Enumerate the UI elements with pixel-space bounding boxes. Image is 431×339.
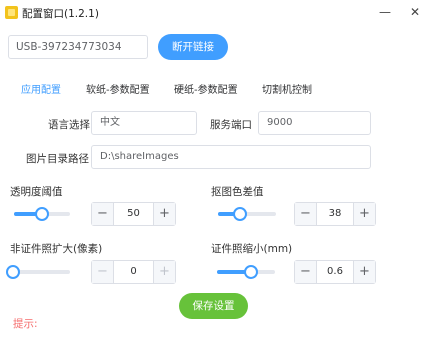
- tab-soft-paper-params[interactable]: 软纸-参数配置: [86, 81, 150, 96]
- cert-shrink-value[interactable]: 0.6: [317, 261, 353, 283]
- transparency-slider-thumb[interactable]: [35, 207, 49, 221]
- non-cert-enlarge-slider[interactable]: [12, 270, 70, 274]
- port-label: 服务端口: [210, 119, 252, 131]
- image-dir-label: 图片目录路径: [26, 153, 89, 165]
- app-icon: [5, 6, 18, 19]
- language-select[interactable]: 中文: [91, 111, 197, 135]
- tab-cutter-control[interactable]: 切割机控制: [262, 81, 312, 96]
- hint-label: 提示:: [13, 318, 38, 330]
- transparency-increment-button[interactable]: +: [153, 203, 175, 225]
- color-diff-decrement-button[interactable]: −: [295, 203, 317, 225]
- image-dir-input[interactable]: D:\shareImages: [91, 145, 371, 169]
- non-cert-enlarge-slider-thumb[interactable]: [6, 265, 20, 279]
- color-diff-increment-button[interactable]: +: [353, 203, 375, 225]
- transparency-value[interactable]: 50: [114, 203, 153, 225]
- color-diff-slider[interactable]: [218, 212, 276, 216]
- color-diff-slider-thumb[interactable]: [233, 207, 247, 221]
- port-input[interactable]: 9000: [258, 111, 371, 135]
- color-diff-value[interactable]: 38: [317, 203, 353, 225]
- transparency-decrement-button[interactable]: −: [92, 203, 114, 225]
- color-diff-label: 抠图色差值: [211, 186, 264, 198]
- non-cert-enlarge-increment-button[interactable]: +: [153, 261, 175, 283]
- tab-app-config[interactable]: 应用配置: [21, 81, 61, 96]
- cert-shrink-stepper[interactable]: − 0.6 +: [294, 260, 376, 284]
- tab-hard-paper-params[interactable]: 硬纸-参数配置: [174, 81, 238, 96]
- transparency-label: 透明度阈值: [10, 186, 63, 198]
- non-cert-enlarge-value[interactable]: 0: [114, 261, 153, 283]
- device-id-field[interactable]: USB-397234773034: [8, 35, 148, 59]
- minimize-icon[interactable]: —: [372, 3, 398, 21]
- cert-shrink-slider-thumb[interactable]: [244, 265, 258, 279]
- cert-shrink-decrement-button[interactable]: −: [295, 261, 317, 283]
- language-label: 语言选择: [48, 119, 90, 131]
- cert-shrink-increment-button[interactable]: +: [353, 261, 375, 283]
- close-icon[interactable]: ✕: [402, 3, 428, 21]
- cert-shrink-label: 证件照缩小(mm): [211, 243, 293, 255]
- save-settings-button[interactable]: 保存设置: [179, 293, 248, 319]
- disconnect-button[interactable]: 断开链接: [158, 34, 228, 60]
- non-cert-enlarge-decrement-button[interactable]: −: [92, 261, 114, 283]
- non-cert-enlarge-label: 非证件照扩大(像素): [10, 243, 103, 255]
- transparency-stepper[interactable]: − 50 +: [91, 202, 176, 226]
- color-diff-stepper[interactable]: − 38 +: [294, 202, 376, 226]
- non-cert-enlarge-stepper[interactable]: − 0 +: [91, 260, 176, 284]
- window-title: 配置窗口(1.2.1): [22, 8, 99, 20]
